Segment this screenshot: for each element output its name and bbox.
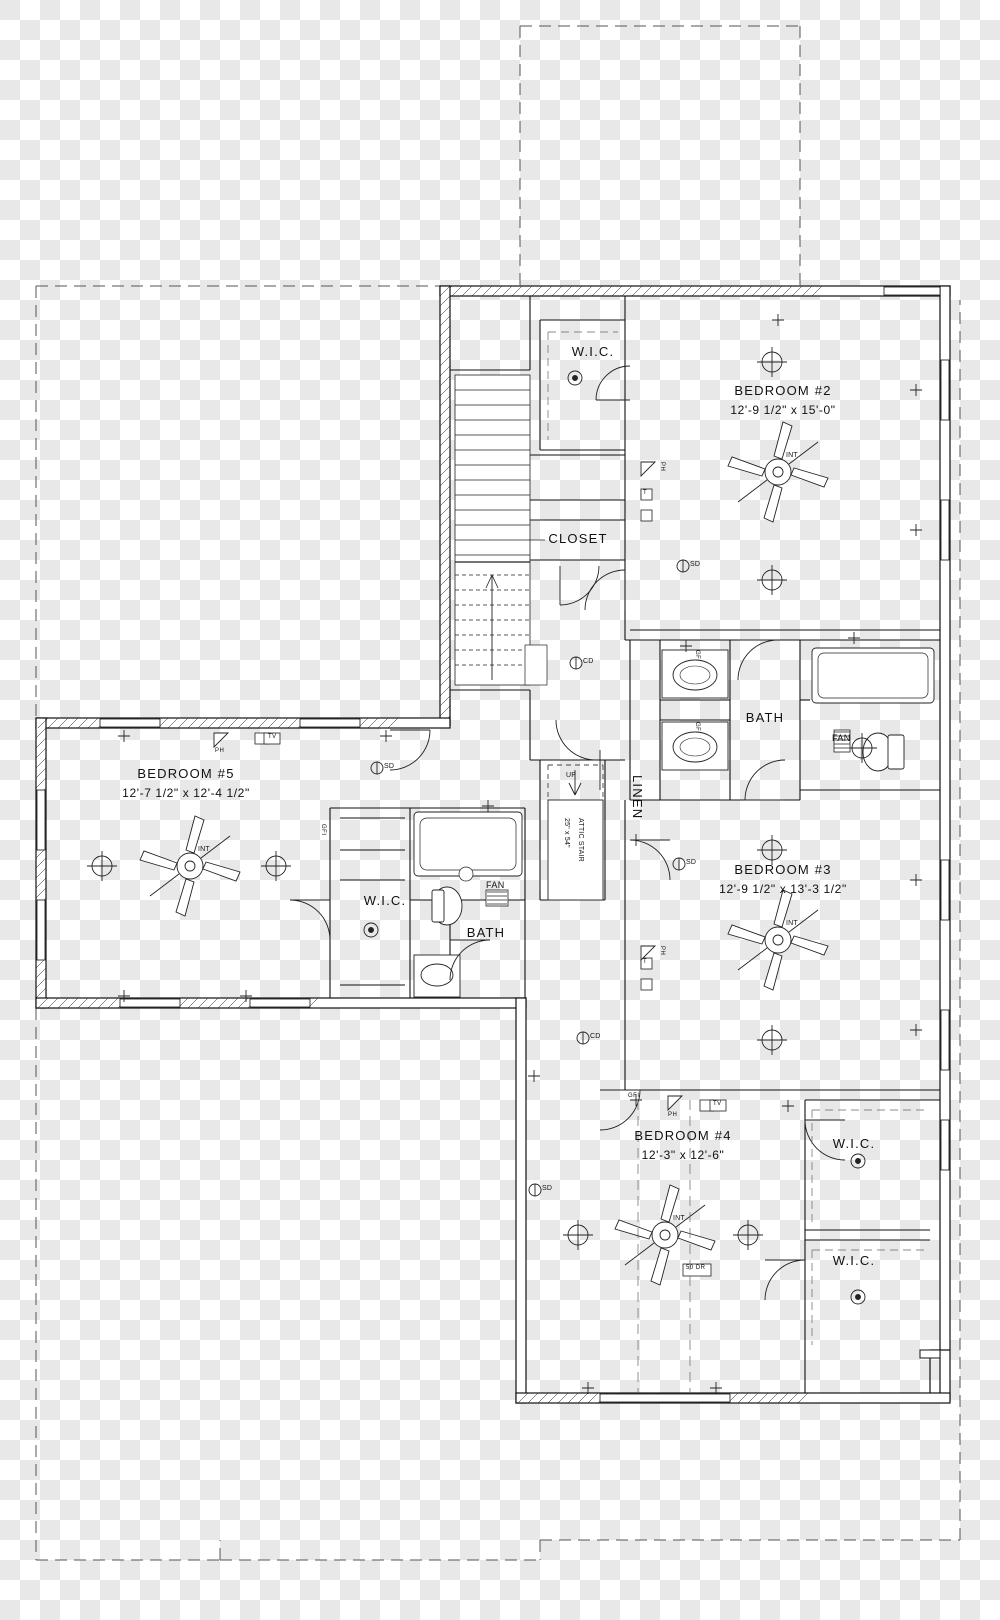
attic-stair-symbol	[547, 764, 604, 901]
space-label-bath-upper: BATH	[745, 710, 785, 725]
floor-plan-svg	[35, 25, 961, 1561]
phone-label-4: PH	[668, 1112, 678, 1118]
carbon-detector-label-1: CD	[583, 658, 594, 665]
room-dim-bedroom3: 12'-9 1/2" x 13'-3 1/2"	[719, 882, 847, 896]
tv-label-1: TV	[268, 734, 277, 740]
main-staircase	[454, 374, 548, 686]
room-dim-bedroom5: 12'-7 1/2" x 12'-4 1/2"	[122, 786, 250, 800]
space-label-bath-left: BATH	[466, 925, 506, 940]
room-label-bedroom3: BEDROOM #3	[734, 862, 832, 877]
attic-stair-label: ATTIC STAIR	[577, 818, 584, 862]
attic-stair-size: 25" x 54"	[563, 818, 570, 848]
fan-label-bedroom3: INT	[786, 920, 798, 927]
room-dim-bedroom4: 12'-3" x 12'-6"	[641, 1148, 725, 1162]
attic-stair-up-arrow-label: UP	[566, 772, 577, 779]
phone-label-2: PH	[659, 946, 665, 956]
space-label-wic-top: W.I.C.	[571, 344, 615, 359]
smoke-detector-label-2: SD	[384, 763, 395, 770]
gfi-label-3: GFI	[320, 824, 326, 836]
space-label-linen: LINEN	[630, 775, 645, 820]
fan-label-bedroom5: INT	[198, 846, 210, 853]
phone-label-3: PH	[215, 748, 225, 754]
smoke-detector-label-3: SD	[686, 859, 697, 866]
fan-note-bath-upper: FAN	[832, 733, 851, 743]
room-label-bedroom2: BEDROOM #2	[734, 383, 832, 398]
floor-plan-drawing: BEDROOM #2 12'-9 1/2" x 15'-0" BEDROOM #…	[0, 0, 1000, 1620]
space-label-wic-br4-upper: W.I.C.	[832, 1136, 876, 1151]
space-label-wic-left: W.I.C.	[363, 893, 407, 908]
gfi-label-2: GFI	[694, 722, 700, 734]
space-label-closet: CLOSET	[548, 531, 608, 546]
tv-label-2: TV	[713, 1101, 722, 1107]
room-label-bedroom5: BEDROOM #5	[137, 766, 235, 781]
gfi-label-4: GFI	[628, 1093, 640, 1099]
smoke-detector-label-4: SD	[542, 1185, 553, 1192]
dryer-note: 50 DR	[686, 1265, 706, 1271]
thermostat-label-1: T	[643, 490, 648, 496]
smoke-detector-label-1: SD	[690, 561, 701, 568]
room-label-bedroom4: BEDROOM #4	[634, 1128, 732, 1143]
room-dim-bedroom2: 12'-9 1/2" x 15'-0"	[730, 403, 836, 417]
gfi-label-1: GFI	[694, 650, 700, 662]
carbon-detector-label-2: CD	[590, 1033, 601, 1040]
thermostat-label-2: T	[643, 959, 648, 965]
fan-label-bedroom4: INT	[673, 1215, 685, 1222]
space-label-wic-br4-lower: W.I.C.	[832, 1253, 876, 1268]
fan-label-bedroom2: INT	[786, 452, 798, 459]
phone-label-1: PH	[659, 462, 665, 472]
fan-note-bath-left: FAN	[486, 880, 505, 890]
